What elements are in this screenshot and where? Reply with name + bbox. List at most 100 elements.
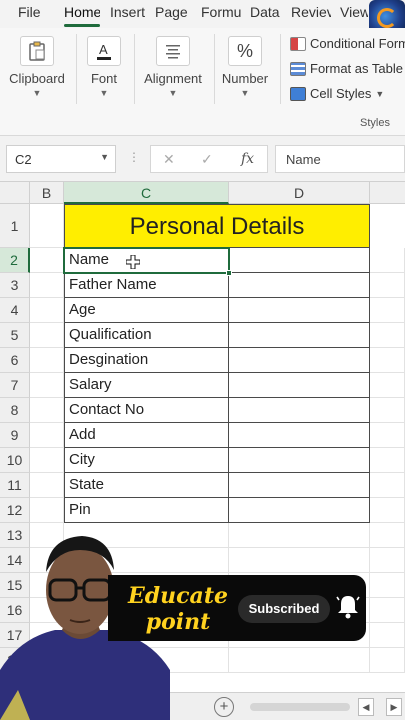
cell-b6[interactable] xyxy=(30,348,64,373)
cell-b10[interactable] xyxy=(30,448,64,473)
cell-e12[interactable] xyxy=(370,498,405,523)
cell-b3[interactable] xyxy=(30,273,64,298)
divider xyxy=(76,34,77,104)
cell-d6[interactable] xyxy=(229,348,370,373)
row-header-6[interactable]: 6 xyxy=(0,348,30,373)
cell-d11[interactable] xyxy=(229,473,370,498)
alignment-label: Alignment xyxy=(144,71,202,86)
row-header-4[interactable]: 4 xyxy=(0,298,30,323)
cell-c2[interactable]: Name xyxy=(64,248,229,273)
row-header-8[interactable]: 8 xyxy=(0,398,30,423)
cell-d5[interactable] xyxy=(229,323,370,348)
cell-d8[interactable] xyxy=(229,398,370,423)
cell-e14[interactable] xyxy=(370,548,405,573)
chevron-down-icon: ▼ xyxy=(168,88,178,98)
row-header-7[interactable]: 7 xyxy=(0,373,30,398)
row-header-5[interactable]: 5 xyxy=(0,323,30,348)
column-header-c[interactable]: C xyxy=(64,182,229,204)
conditional-formatting-button[interactable]: Conditional Form xyxy=(290,36,405,51)
cell-b8[interactable] xyxy=(30,398,64,423)
cell-e7[interactable] xyxy=(370,373,405,398)
cell-b2[interactable] xyxy=(30,248,64,273)
cell-e16[interactable] xyxy=(370,598,405,623)
cell-c9[interactable]: Add xyxy=(64,423,229,448)
subscribed-button[interactable]: Subscribed xyxy=(238,595,330,623)
brand-line-1: Educate xyxy=(128,583,228,609)
select-all-corner[interactable] xyxy=(0,182,30,204)
column-header-e[interactable] xyxy=(370,182,405,204)
cell-e18[interactable] xyxy=(370,648,405,673)
cell-e5[interactable] xyxy=(370,323,405,348)
horizontal-scrollbar[interactable] xyxy=(250,703,350,711)
row-header-10[interactable]: 10 xyxy=(0,448,30,473)
format-as-table-button[interactable]: Format as Table xyxy=(290,61,403,76)
tab-file[interactable]: File xyxy=(18,4,41,20)
scroll-right-icon[interactable]: ▶ xyxy=(386,698,402,716)
cell-b7[interactable] xyxy=(30,373,64,398)
formula-input[interactable]: Name xyxy=(275,145,405,173)
cell-d12[interactable] xyxy=(229,498,370,523)
cell-c5[interactable]: Qualification xyxy=(64,323,229,348)
tab-review[interactable]: Reviev xyxy=(291,4,331,20)
cell-b11[interactable] xyxy=(30,473,64,498)
row-header-2[interactable]: 2 xyxy=(0,248,30,273)
percent-icon: % xyxy=(228,36,262,66)
cell-c4[interactable]: Age xyxy=(64,298,229,323)
tab-insert[interactable]: Insert xyxy=(110,4,145,20)
cell-c10[interactable]: City xyxy=(64,448,229,473)
scroll-left-icon[interactable]: ◀ xyxy=(358,698,374,716)
cell-d18[interactable] xyxy=(229,648,370,673)
cell-b4[interactable] xyxy=(30,298,64,323)
cell-b9[interactable] xyxy=(30,423,64,448)
row-header-11[interactable]: 11 xyxy=(0,473,30,498)
cell-e13[interactable] xyxy=(370,523,405,548)
column-header-b[interactable]: B xyxy=(30,182,64,204)
confirm-icon[interactable]: ✓ xyxy=(201,151,213,168)
row-header-9[interactable]: 9 xyxy=(0,423,30,448)
tab-view[interactable]: View xyxy=(340,4,368,20)
cell-d7[interactable] xyxy=(229,373,370,398)
add-sheet-button[interactable]: + xyxy=(214,697,234,717)
function-icon[interactable]: fx xyxy=(241,151,254,167)
tab-home[interactable]: Home xyxy=(64,4,100,20)
cell-cursor-icon xyxy=(126,255,140,269)
cell-d4[interactable] xyxy=(229,298,370,323)
cell-c3[interactable]: Father Name xyxy=(64,273,229,298)
cell-b1[interactable] xyxy=(30,204,64,248)
cell-e9[interactable] xyxy=(370,423,405,448)
cell-e4[interactable] xyxy=(370,298,405,323)
cell-d14[interactable] xyxy=(229,548,370,573)
cell-d13[interactable] xyxy=(229,523,370,548)
cell-d9[interactable] xyxy=(229,423,370,448)
bell-icon[interactable] xyxy=(336,593,360,619)
cell-d10[interactable] xyxy=(229,448,370,473)
cell-d2[interactable] xyxy=(229,248,370,273)
cell-e2[interactable] xyxy=(370,248,405,273)
personal-details-title[interactable]: Personal Details xyxy=(64,204,370,248)
cell-e6[interactable] xyxy=(370,348,405,373)
cell-c11[interactable]: State xyxy=(64,473,229,498)
name-box[interactable]: C2 ▼ xyxy=(6,145,116,173)
cell-c6[interactable]: Desgination xyxy=(64,348,229,373)
cell-styles-button[interactable]: Cell Styles ▼ xyxy=(290,86,384,101)
cancel-icon[interactable]: ✕ xyxy=(163,151,175,168)
drag-handle-icon[interactable]: ⋮ xyxy=(128,150,140,164)
cell-e15[interactable] xyxy=(370,573,405,598)
styles-group-label: Styles xyxy=(360,117,390,129)
cell-e3[interactable] xyxy=(370,273,405,298)
tab-page[interactable]: Page xyxy=(155,4,188,20)
tab-formulas[interactable]: Formu xyxy=(201,4,241,20)
cell-e11[interactable] xyxy=(370,473,405,498)
cell-c7[interactable]: Salary xyxy=(64,373,229,398)
cell-d3[interactable] xyxy=(229,273,370,298)
row-header-1[interactable]: 1 xyxy=(0,204,30,248)
chevron-down-icon[interactable]: ▼ xyxy=(100,152,109,162)
cell-e10[interactable] xyxy=(370,448,405,473)
cell-e17[interactable] xyxy=(370,623,405,648)
cell-b5[interactable] xyxy=(30,323,64,348)
tab-data[interactable]: Data xyxy=(250,4,280,20)
column-header-d[interactable]: D xyxy=(229,182,370,204)
cell-c8[interactable]: Contact No xyxy=(64,398,229,423)
row-header-3[interactable]: 3 xyxy=(0,273,30,298)
cell-e8[interactable] xyxy=(370,398,405,423)
